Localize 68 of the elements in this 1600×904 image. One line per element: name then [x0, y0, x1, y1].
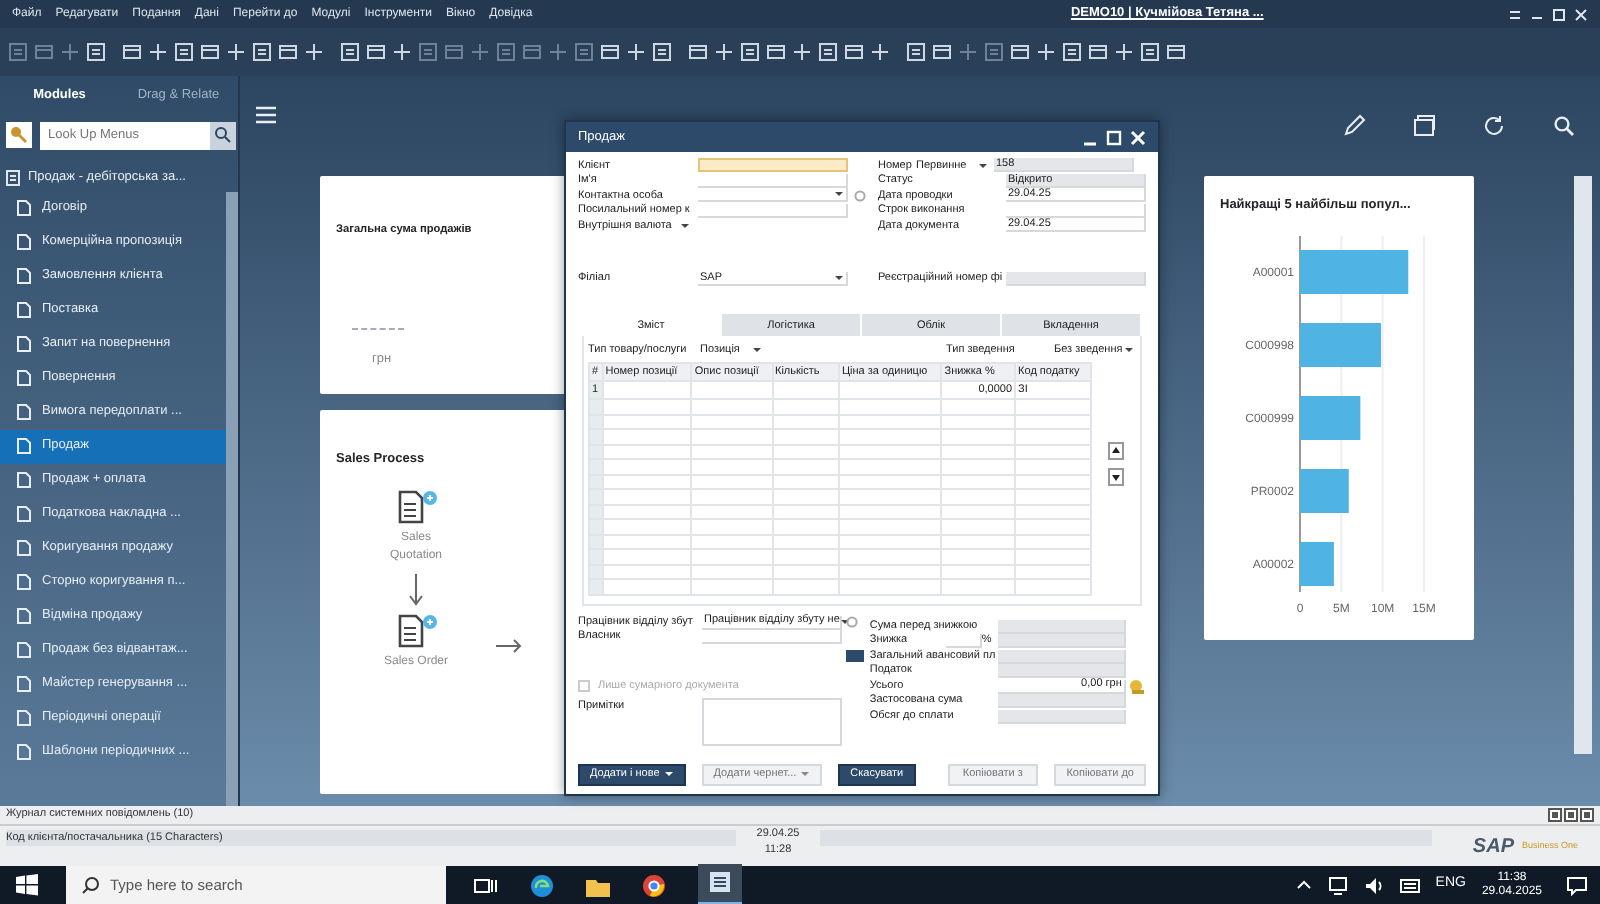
document-icon	[16, 368, 32, 389]
document-icon	[16, 606, 32, 627]
restore-icon[interactable]	[1508, 7, 1522, 21]
caret-icon	[663, 769, 674, 778]
dropdown-field[interactable]	[698, 188, 848, 203]
keyboard-icon[interactable]	[1399, 875, 1420, 895]
document-icon	[16, 640, 32, 661]
speaker-icon[interactable]	[1363, 875, 1384, 895]
input-field[interactable]	[702, 630, 842, 644]
browser-icon[interactable]	[642, 873, 666, 897]
document-icon	[16, 232, 32, 253]
document-icon	[16, 504, 32, 525]
task-view-icon[interactable]	[474, 875, 498, 895]
document-icon	[16, 334, 32, 355]
scrollbar[interactable]	[1574, 176, 1592, 754]
document-icon	[16, 538, 32, 559]
document-icon[interactable]	[395, 490, 437, 524]
coins-icon[interactable]	[1127, 678, 1144, 694]
remarks-field[interactable]	[702, 697, 842, 746]
caret-icon	[679, 221, 690, 230]
document-icon	[16, 436, 32, 457]
input-field[interactable]	[698, 173, 848, 188]
document-icon	[16, 674, 32, 695]
arrow-icon	[408, 574, 424, 606]
close-icon[interactable]	[1574, 7, 1588, 21]
refresh-icon[interactable]	[1482, 114, 1506, 138]
placeholder-line	[352, 328, 404, 330]
chevron-up-icon[interactable]	[1295, 878, 1312, 892]
windows-logo-icon[interactable]	[16, 874, 38, 896]
app-button[interactable]	[698, 864, 742, 904]
move-down-icon[interactable]	[1108, 467, 1124, 486]
search-button[interactable]	[210, 121, 236, 150]
document-icon	[16, 402, 32, 423]
search-icon	[82, 876, 100, 894]
document-icon	[16, 572, 32, 593]
module-icon	[6, 169, 20, 186]
document-icon	[16, 470, 32, 491]
document-icon	[16, 300, 32, 321]
caret-icon	[1124, 346, 1134, 354]
document-icon[interactable]	[395, 614, 437, 648]
caret-icon	[800, 769, 811, 778]
maximize-icon[interactable]	[1552, 7, 1566, 21]
menu-icon[interactable]	[256, 105, 276, 123]
input-field	[1006, 271, 1146, 286]
windows-icon[interactable]	[1412, 114, 1436, 138]
document-icon	[16, 708, 32, 729]
search-icon	[214, 126, 232, 145]
input-field[interactable]	[1006, 203, 1146, 218]
key-icon[interactable]	[6, 122, 32, 149]
notification-icon[interactable]	[1566, 875, 1588, 895]
caret-icon	[978, 161, 988, 170]
document-icon	[16, 742, 32, 763]
document-icon	[16, 198, 32, 219]
pencil-icon[interactable]	[1342, 114, 1366, 138]
document-icon	[16, 266, 32, 287]
search-icon[interactable]	[1552, 114, 1576, 138]
logo-text: SAP	[1472, 833, 1514, 861]
caret-icon	[752, 346, 762, 354]
caret-icon	[834, 273, 844, 282]
expand-button[interactable]	[845, 650, 864, 662]
input-field[interactable]	[698, 158, 848, 173]
caret-icon	[839, 617, 850, 625]
arrow-icon	[496, 637, 522, 653]
app-icon	[708, 870, 732, 895]
browser-icon[interactable]	[530, 873, 554, 897]
move-up-icon[interactable]	[1108, 441, 1124, 460]
network-icon[interactable]	[1327, 875, 1348, 895]
input-field[interactable]	[698, 203, 848, 218]
